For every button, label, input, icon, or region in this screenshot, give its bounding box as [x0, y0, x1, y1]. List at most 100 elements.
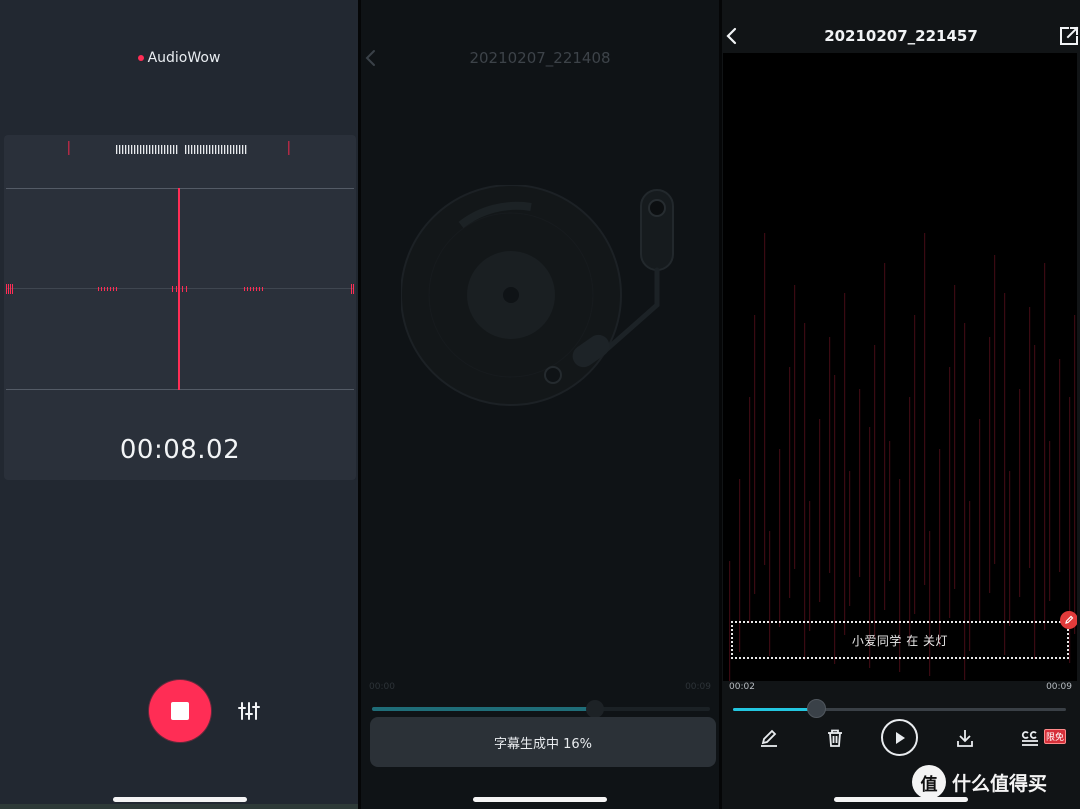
ruler-tick: [149, 145, 151, 154]
ruler-tick: [164, 145, 166, 154]
ruler-tick: [143, 145, 145, 154]
ruler-tick: [176, 145, 178, 154]
page-title: 20210207_221457: [824, 27, 978, 45]
ruler-tick: [245, 145, 247, 154]
trash-icon: [828, 729, 842, 747]
turntable-icon: [401, 185, 674, 406]
progress-knob[interactable]: [806, 699, 826, 718]
edit-button[interactable]: [757, 726, 781, 750]
playhead-cursor[interactable]: [178, 188, 180, 390]
progress-fill: [372, 707, 596, 711]
spectrum-streak: [804, 323, 806, 660]
wave-bar: [176, 286, 177, 292]
ruler-tick: [206, 145, 208, 154]
spectrum-streak: [789, 367, 791, 598]
spectrum-streak: [779, 449, 781, 627]
ruler-tick: [212, 145, 214, 154]
elapsed-time: 00:02: [729, 682, 755, 692]
spectrum-streak: [989, 337, 991, 593]
ruler-tick: [167, 145, 169, 154]
app-brand: AudioWow: [0, 50, 358, 66]
spectrum-streak: [889, 441, 891, 581]
ruler-tick: [230, 145, 232, 154]
wave-bar: [8, 284, 9, 294]
wave-bar: [351, 284, 352, 294]
spectrum-streak: [794, 285, 796, 569]
spectrum-streak: [1009, 471, 1011, 626]
audio-waveform: [6, 284, 354, 294]
spectrum-streak: [849, 471, 851, 606]
ruler-tick: [170, 145, 172, 154]
spectrum-streak: [1034, 345, 1036, 659]
ruler-tick: [140, 145, 142, 154]
share-icon[interactable]: [1059, 26, 1079, 46]
subtitle-icon: [1021, 731, 1038, 746]
ruler-tick: [224, 145, 226, 154]
waveform-card: 00:08.02: [4, 135, 356, 480]
progress-track[interactable]: [372, 707, 710, 711]
spectrum-streak: [1049, 441, 1051, 601]
spectrum-streak: [1004, 293, 1006, 655]
subtitle-style-button[interactable]: [1018, 726, 1042, 750]
spectrum-streak: [909, 397, 911, 643]
download-button[interactable]: [953, 726, 977, 750]
ruler-tick: [215, 145, 217, 154]
ruler-tick: [173, 145, 175, 154]
ruler-tick: [239, 145, 241, 154]
spectrum-streak: [874, 345, 876, 639]
ruler-tick: [191, 145, 193, 154]
spectrum-streak: [949, 367, 951, 618]
spectrum-streak: [979, 419, 981, 622]
spectrum-streak: [954, 285, 956, 589]
progress-fill: [733, 708, 817, 711]
wave-bar: [10, 284, 11, 294]
ruler-tick: [137, 145, 139, 154]
wave-bar: [110, 287, 111, 291]
ruler-tick: [134, 145, 136, 154]
total-time: 00:09: [1046, 682, 1072, 692]
pen-icon: [761, 729, 777, 747]
wave-bar: [182, 286, 183, 292]
ruler-tick: [209, 145, 211, 154]
spectrum-streak: [1044, 263, 1046, 630]
ruler-tick: [146, 145, 148, 154]
spectrum-streak: [884, 263, 886, 610]
ruler-tick: [125, 145, 127, 154]
wave-bar: [172, 286, 173, 292]
equalizer-icon[interactable]: [238, 700, 260, 722]
ruler-tick: [185, 145, 187, 154]
ruler-tick: [233, 145, 235, 154]
spectrum-streak: [1019, 389, 1021, 597]
delete-button[interactable]: [823, 726, 847, 750]
spectrum-visual: [729, 233, 1076, 681]
wave-bar: [253, 287, 254, 291]
spectrum-streak: [939, 449, 941, 647]
home-indicator: [113, 797, 247, 802]
progress-knob[interactable]: [586, 700, 605, 718]
spectrum-streak: [924, 233, 926, 585]
converter-screen: 20210207_221408 00:00 00:09 字幕生成中 16%: [361, 0, 719, 809]
stop-icon: [171, 702, 189, 720]
video-preview[interactable]: 小爱同学 在 关灯: [723, 53, 1077, 681]
spectrum-streak: [994, 255, 996, 564]
progress-track[interactable]: [733, 708, 1066, 711]
spectrum-streak: [829, 337, 831, 573]
wave-bar: [244, 287, 245, 291]
subtitle-box[interactable]: 小爱同学 在 关灯: [731, 621, 1069, 659]
play-button[interactable]: [881, 719, 918, 756]
spectrum-streak: [809, 501, 811, 631]
play-icon: [895, 731, 905, 744]
stop-record-button[interactable]: [149, 680, 211, 742]
spectrum-streak: [859, 389, 861, 577]
home-indicator: [473, 797, 607, 802]
wave-bar: [247, 287, 248, 291]
edit-subtitle-button[interactable]: [1060, 611, 1077, 629]
ruler-tick: [218, 145, 220, 154]
wave-bar: [101, 287, 102, 291]
ruler-tick: [152, 145, 154, 154]
ruler-tick: [200, 145, 202, 154]
wave-bar: [186, 286, 187, 292]
ruler-tick: [242, 145, 244, 154]
ruler-tick: [236, 145, 238, 154]
spectrum-streak: [1029, 307, 1031, 568]
